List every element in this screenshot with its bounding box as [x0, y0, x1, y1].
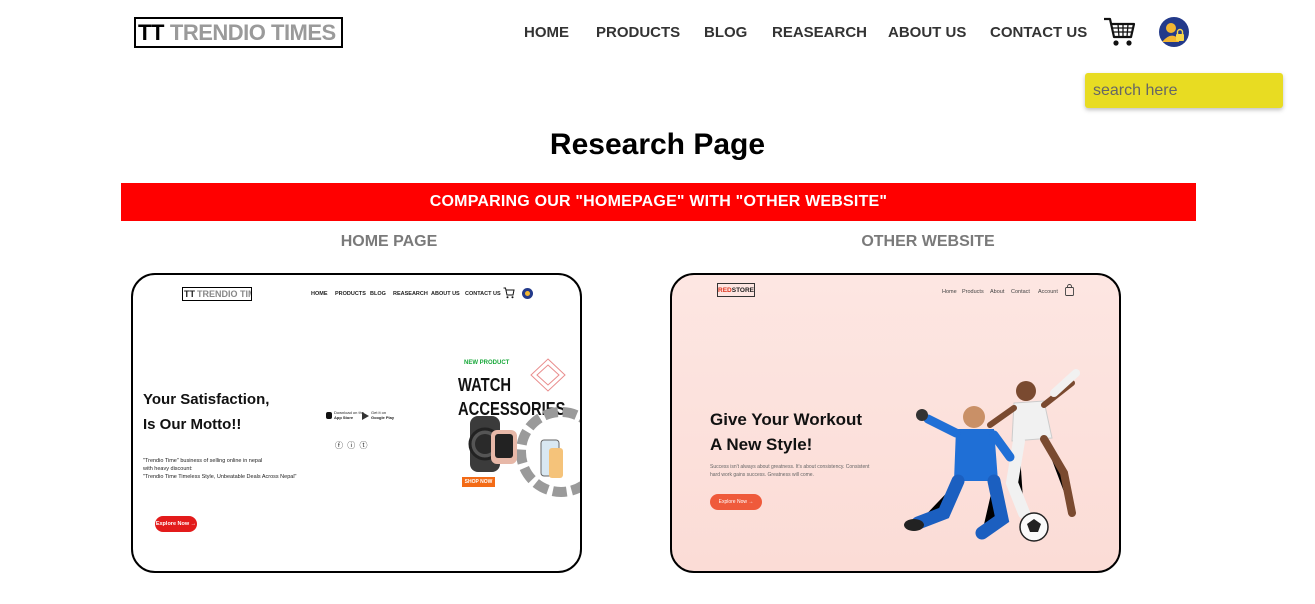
page-title: Research Page [549, 128, 766, 161]
preview-watch-line: WATCH [458, 375, 512, 395]
preview-hero-line: Is Our Motto!! [143, 416, 242, 433]
preview-redstore-logo: RED STORE [717, 283, 755, 297]
preview-soccer-players-image [904, 369, 1080, 542]
preview-desc-line: "Trendio Time Timeless Style, Unbeatable… [143, 474, 297, 480]
preview-play-icon [362, 412, 369, 420]
nav-products[interactable]: PRODUCTS [596, 24, 680, 41]
preview-other-nav-item: Account [1038, 289, 1058, 295]
preview-app-store: Download on the App Store [334, 410, 365, 420]
preview-bag-icon [1065, 284, 1074, 296]
preview-desc-line: "Trendio Time" business of selling onlin… [143, 458, 263, 464]
site-logo[interactable]: TT TRENDIO TIMES [134, 17, 343, 48]
nav-home[interactable]: HOME [524, 24, 569, 41]
preview-logo-mark: TT [184, 289, 195, 299]
other-website-label: OTHER WEBSITE [861, 233, 995, 250]
preview-other-nav-item: Home [942, 289, 957, 295]
preview-nav-item: REASEARCH [393, 291, 428, 297]
home-page-label: HOME PAGE [340, 233, 438, 250]
home-page-screenshot: TT TRENDIO TIMES HOME PRODUCTS BLOG REAS… [131, 273, 582, 573]
preview-hero-text: Your Satisfaction, Is Our Motto!! [143, 387, 269, 437]
preview-nav-item: BLOG [370, 291, 386, 297]
other-website-screenshot: RED STORE Home Products About Contact Acc… [670, 273, 1121, 573]
preview-other-nav-item: Contact [1011, 289, 1030, 295]
preview-nav-item: PRODUCTS [335, 291, 366, 297]
preview-nav-item: CONTACT US [465, 291, 501, 297]
preview-other-desc-line: hard work gains success. Greatness will … [710, 472, 814, 478]
preview-nav-item: HOME [311, 291, 328, 297]
user-lock-icon[interactable] [1159, 17, 1189, 47]
preview-new-product: NEW PRODUCT [464, 360, 510, 366]
nav-about-us[interactable]: ABOUT US [888, 24, 966, 41]
preview-watch-product-image [468, 407, 580, 497]
preview-other-hero-text: Give Your Workout A New Style! [710, 407, 862, 457]
preview-other-nav-item: About [990, 289, 1005, 295]
preview-cart-icon [503, 287, 515, 299]
preview-avatar-icon [522, 288, 533, 299]
preview-nav-item: ABOUT US [431, 291, 460, 297]
preview-logo: TT TRENDIO TIMES [182, 287, 252, 301]
preview-shop-now-button: SHOP NOW [462, 477, 495, 487]
preview-other-hero-line: A New Style! [710, 435, 813, 454]
nav-blog[interactable]: BLOG [704, 24, 747, 41]
preview-desc-line: with heavy discount: [143, 466, 193, 472]
search-input[interactable] [1085, 73, 1283, 108]
preview-google-play: Get it on Google Play [371, 410, 395, 420]
nav-research[interactable]: REASEARCH [772, 24, 867, 41]
logo-mark: TT [138, 19, 164, 45]
preview-other-explore-button: Explore Now → [710, 494, 762, 510]
preview-other-nav-item: Products [962, 289, 984, 295]
preview-hero-line: Your Satisfaction, [143, 391, 270, 408]
preview-other-hero-line: Give Your Workout [710, 410, 863, 429]
comparison-banner: COMPARING OUR "HOMEPAGE" WITH "OTHER WEB… [121, 183, 1196, 221]
preview-logo-brand: TRENDIO TIMES [197, 289, 251, 299]
preview-other-desc-line: Success isn't always about greatness. It… [710, 464, 870, 470]
preview-explore-button: Explore Now → [155, 516, 197, 532]
preview-logo-rest: STORE [731, 286, 755, 294]
logo-brand: TRENDIO TIMES [169, 19, 336, 45]
preview-other-description: Success isn't always about greatness. It… [710, 463, 890, 479]
preview-logo-red: RED [718, 286, 732, 294]
preview-social-icons: ⓕ ⓘ ⓣ [335, 441, 369, 450]
preview-apple-icon [326, 412, 332, 419]
shopping-cart-icon[interactable] [1103, 16, 1136, 48]
nav-contact-us[interactable]: CONTACT US [990, 24, 1087, 41]
preview-description: "Trendio Time" business of selling onlin… [143, 457, 313, 481]
